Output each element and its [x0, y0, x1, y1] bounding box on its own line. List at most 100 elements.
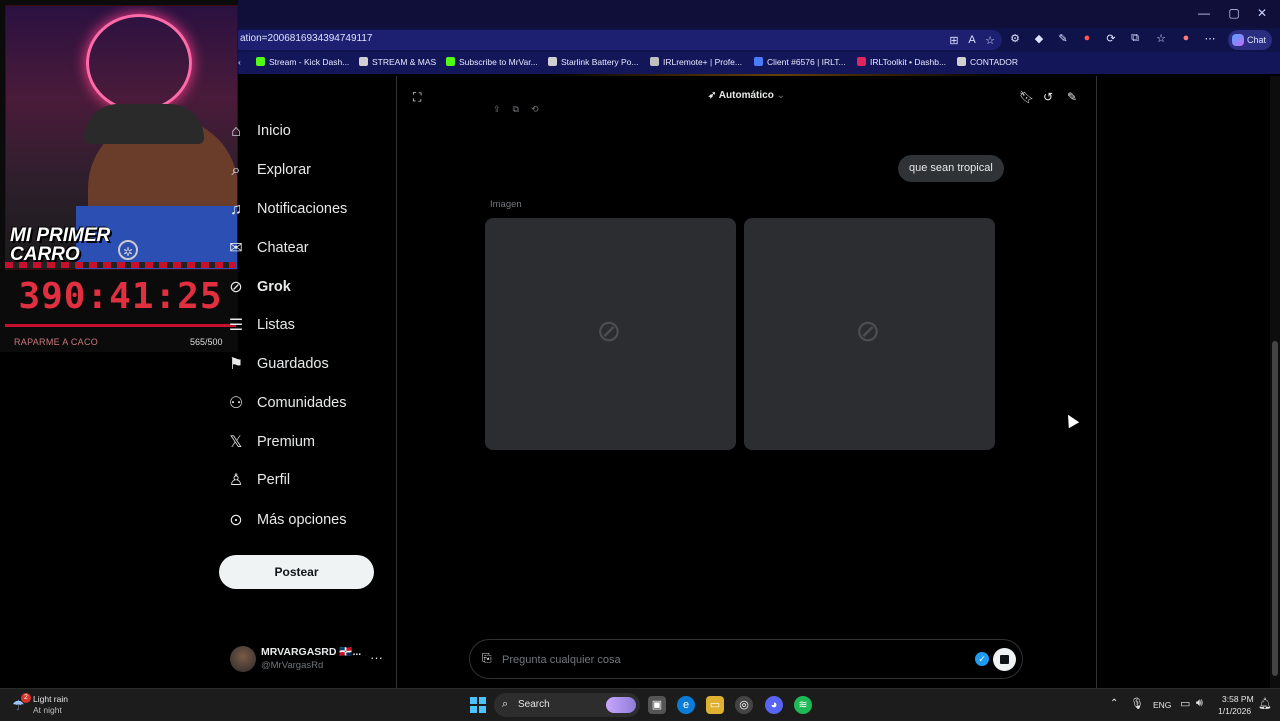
url-field[interactable]: ation=2006816934394749117 ⊞ A ☆: [232, 30, 1002, 50]
volume-icon[interactable]: 🔊︎: [1196, 697, 1203, 710]
maximize-button[interactable]: ▢: [1224, 6, 1244, 20]
bookmark-label: IRLToolkit • Dashb...: [870, 57, 947, 67]
favorite-star-icon[interactable]: ☆: [982, 34, 998, 47]
app-grid-icon[interactable]: ⊞: [946, 34, 962, 47]
copilot-chat-button[interactable]: Chat: [1228, 30, 1272, 50]
bookmark-item[interactable]: Subscribe to MrVar...: [446, 57, 538, 67]
sidebar-item-label: Inicio: [257, 123, 291, 139]
extension-puzzle-icon[interactable]: ⟳: [1103, 32, 1119, 45]
microphone-icon[interactable]: 🎙︎: [1130, 697, 1144, 710]
verified-check-icon[interactable]: ✓: [975, 652, 989, 666]
profile-avatar-icon[interactable]: ●: [1178, 32, 1194, 44]
page-accent-line: [540, 74, 1010, 76]
bookmark-item[interactable]: Client #6576 | IRLT...: [754, 57, 846, 67]
expand-icon[interactable]: ⛶: [413, 90, 421, 105]
sidebar-item-label: Explorar: [257, 162, 311, 178]
sidebar-item-guardados[interactable]: ⚑ Guardados: [226, 351, 396, 381]
sidebar-item-más-opciones[interactable]: ⊙ Más opciones: [226, 507, 396, 537]
search-icon: ⌕: [231, 162, 241, 179]
sidebar-item-inicio[interactable]: ⌂ Inicio: [226, 118, 396, 148]
start-button[interactable]: [470, 697, 486, 713]
regenerate-icon[interactable]: ⟲: [531, 104, 539, 114]
overlay-stripe: [5, 262, 236, 268]
wheel-icon: ✲: [118, 240, 138, 260]
weather-condition[interactable]: Light rain: [33, 694, 68, 704]
sidebar-item-listas[interactable]: ☰ Listas: [226, 312, 396, 342]
sidebar-item-comunidades[interactable]: ⚇ Comunidades: [226, 390, 396, 420]
clock-time[interactable]: 3:58 PM: [1222, 694, 1254, 704]
avatar: [230, 646, 256, 672]
bookmarks-overflow-icon[interactable]: ‹: [238, 57, 241, 67]
sidebar-item-grok[interactable]: ⊘ Grok: [226, 274, 396, 304]
mail-icon: ✉: [229, 240, 243, 257]
edge-browser-icon[interactable]: e: [677, 696, 695, 714]
bookmark-item[interactable]: IRLremote+ | Profe...: [650, 57, 742, 67]
more-icon: ⊙: [229, 512, 243, 529]
read-aloud-icon[interactable]: A: [964, 34, 980, 46]
x-logo-icon: 𝕏: [229, 434, 243, 451]
browser-menu-icon[interactable]: ⋯: [1202, 32, 1218, 45]
favorites-icon[interactable]: ☆: [1153, 32, 1169, 45]
bookmark-label: Starlink Battery Po...: [561, 57, 639, 67]
prompt-input[interactable]: [500, 649, 944, 671]
bookmark-item[interactable]: STREAM & MAS: [359, 57, 436, 67]
user-message-bubble: que sean tropical: [898, 155, 1004, 182]
minimize-button[interactable]: —: [1194, 6, 1214, 20]
url-text: ation=2006816934394749117: [240, 33, 373, 44]
discord-icon[interactable]: ◕: [765, 696, 783, 714]
notification-bell-icon[interactable]: 🔔︎: [1258, 697, 1272, 710]
bookmark-item[interactable]: Stream - Kick Dash...: [256, 57, 349, 67]
goal-count: 565/500: [190, 337, 223, 347]
spotify-icon[interactable]: ≋: [794, 696, 812, 714]
scrollbar[interactable]: [1270, 76, 1280, 688]
baseball-cap: [84, 104, 204, 144]
tray-chevron-icon[interactable]: ⌃: [1110, 698, 1118, 709]
image-placeholder-card[interactable]: ⊘: [485, 218, 736, 450]
mouse-cursor: [1062, 411, 1080, 429]
bookmark-item[interactable]: Starlink Battery Po...: [548, 57, 638, 67]
subathon-timer: 390:41:25: [18, 276, 223, 317]
taskbar-search[interactable]: ⌕ Search: [494, 693, 640, 717]
bookmark-icon[interactable]: 🔖︎: [1019, 90, 1034, 104]
search-icon: ⌕: [502, 698, 509, 710]
mode-selector[interactable]: ➶ Automático ⌄: [708, 90, 785, 101]
language-indicator[interactable]: ENG: [1153, 700, 1171, 710]
sidebar-item-notificaciones[interactable]: ♫ Notificaciones: [226, 196, 396, 226]
share-icon[interactable]: ⇪: [493, 104, 501, 114]
account-name: MRVARGASRD 🇩🇴...: [261, 646, 362, 658]
stop-generation-button[interactable]: [993, 648, 1016, 671]
bookmark-item[interactable]: CONTADOR: [957, 57, 1018, 67]
clock-date[interactable]: 1/1/2026: [1218, 706, 1251, 716]
split-screen-icon[interactable]: ⧉: [1127, 32, 1143, 45]
grok-loading-icon: ⊘: [596, 315, 622, 348]
close-window-button[interactable]: ✕: [1252, 6, 1272, 20]
bookmark-favicon-icon: [857, 57, 866, 66]
task-view-icon[interactable]: ▣: [648, 696, 666, 714]
more-icon[interactable]: ···: [370, 650, 383, 665]
timer-bar: [5, 324, 236, 327]
attach-icon[interactable]: ⎘: [482, 651, 492, 666]
extension-record-icon[interactable]: ●: [1079, 32, 1095, 44]
file-explorer-icon[interactable]: ▭: [706, 696, 724, 714]
scrollbar-thumb[interactable]: [1272, 341, 1278, 676]
sidebar-item-chatear[interactable]: ✉ Chatear: [226, 235, 396, 265]
network-icon[interactable]: ▭: [1180, 697, 1190, 710]
history-icon[interactable]: ↺: [1043, 90, 1053, 104]
sidebar-item-premium[interactable]: 𝕏 Premium: [226, 429, 396, 459]
bookmark-label: CONTADOR: [970, 57, 1019, 67]
account-switcher[interactable]: MRVARGASRD 🇩🇴... @MrVargasRd ···: [226, 642, 386, 676]
sidebar-item-explorar[interactable]: ⌕ Explorar: [226, 157, 396, 187]
bookmark-item[interactable]: IRLToolkit • Dashb...: [857, 57, 946, 67]
new-chat-icon[interactable]: ✎: [1067, 90, 1077, 104]
post-button[interactable]: Postear: [219, 555, 374, 589]
copy-icon[interactable]: ⧉: [513, 104, 519, 114]
bookmark-favicon-icon: [650, 57, 659, 66]
sidebar-item-perfil[interactable]: ♙ Perfil: [226, 467, 396, 497]
extension-icon[interactable]: ⚙: [1007, 32, 1023, 45]
weather-subtitle: At night: [33, 705, 62, 715]
obs-icon[interactable]: ◎: [735, 696, 753, 714]
extension-diamond-icon[interactable]: ◆: [1031, 32, 1047, 45]
bookmark-favicon-icon: [446, 57, 455, 66]
image-placeholder-card[interactable]: ⊘: [744, 218, 995, 450]
extension-pen-icon[interactable]: ✎: [1055, 32, 1071, 45]
